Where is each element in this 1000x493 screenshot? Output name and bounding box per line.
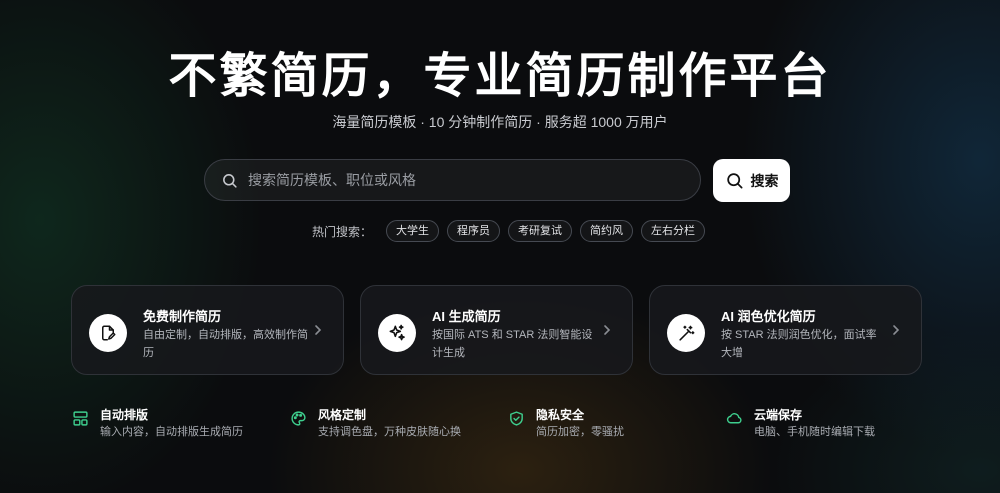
page-title: 不繁简历，专业简历制作平台	[168, 48, 832, 104]
hot-tag[interactable]: 程序员	[447, 220, 501, 242]
feature-title: 隐私安全	[536, 408, 585, 422]
palette-icon	[290, 410, 307, 432]
search-icon	[725, 171, 751, 190]
hot-tag[interactable]: 大学生	[386, 220, 440, 242]
hot-tag[interactable]: 简约风	[580, 220, 634, 242]
feature-desc: 输入内容，自动排版生成简历	[100, 426, 243, 438]
feature-desc: 支持调色盘，万种皮肤随心换	[318, 426, 461, 438]
chevron-right-icon	[313, 323, 323, 342]
card-desc: 按 STAR 法则润色优化，面试率大增	[721, 329, 877, 359]
magic-wand-icon	[667, 314, 705, 352]
card-ai-polish[interactable]: AI 润色优化简历 按 STAR 法则润色优化，面试率大增	[649, 285, 922, 375]
card-title: AI 生成简历	[432, 309, 501, 324]
document-edit-icon	[89, 314, 127, 352]
feature-title: 云端保存	[754, 408, 803, 422]
card-ai-generate[interactable]: AI 生成简历 按国际 ATS 和 STAR 法则智能设计生成	[360, 285, 633, 375]
layout-icon	[72, 410, 89, 432]
shield-check-icon	[508, 410, 525, 432]
chevron-right-icon	[602, 323, 612, 342]
card-desc: 按国际 ATS 和 STAR 法则智能设计生成	[432, 329, 593, 359]
card-title: 免费制作简历	[143, 309, 222, 324]
chevron-right-icon	[891, 323, 901, 342]
card-desc: 自由定制，自动排版，高效制作简历	[143, 329, 308, 359]
hot-tag[interactable]: 左右分栏	[641, 220, 706, 242]
feature-title: 风格定制	[318, 408, 367, 422]
card-title: AI 润色优化简历	[721, 309, 816, 324]
search-button[interactable]: 搜索	[713, 159, 790, 202]
hot-search-label: 热门搜索：	[312, 224, 373, 239]
hot-tag[interactable]: 考研复试	[508, 220, 573, 242]
cloud-icon	[726, 410, 743, 432]
search-button-label: 搜索	[750, 172, 779, 189]
hot-search: 热门搜索： 大学生 程序员 考研复试 简约风 左右分栏	[312, 220, 713, 242]
search-icon	[221, 172, 238, 189]
search-input[interactable]	[246, 171, 670, 189]
sparkle-icon	[378, 314, 416, 352]
feature-title: 自动排版	[100, 408, 149, 422]
feature-desc: 电脑、手机随时编辑下载	[754, 426, 875, 438]
card-free-resume[interactable]: 免费制作简历 自由定制，自动排版，高效制作简历	[71, 285, 344, 375]
feature-desc: 简历加密，零骚扰	[536, 426, 624, 438]
search-bar[interactable]	[204, 159, 701, 201]
page-subtitle: 海量简历模板 · 10 分钟制作简历 · 服务超 1000 万用户	[332, 114, 668, 130]
